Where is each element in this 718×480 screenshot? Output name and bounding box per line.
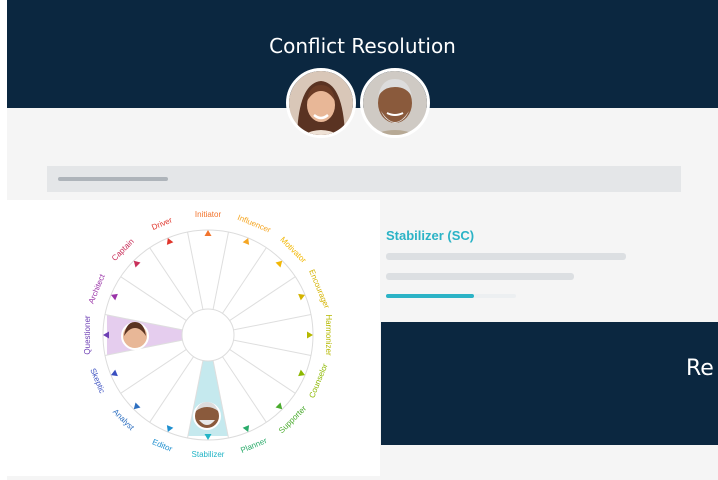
- wheel-spoke: [229, 349, 296, 394]
- style-wheel: Initiator Influencer Motivator Encourager Ha…: [83, 210, 333, 459]
- overlay-panel: Re: [381, 322, 718, 445]
- wheel-label-questioner: Questioner: [83, 315, 92, 354]
- style-score-bar: [386, 294, 516, 298]
- wheel-label-skeptic: Skeptic: [88, 367, 106, 395]
- wheel-label-harmonizer: Harmonizer: [324, 314, 333, 356]
- wheel-arrow-stabilizer: [204, 434, 212, 440]
- wheel-arrow-captain: [133, 260, 141, 268]
- wheel-label-analyst: Analyst: [111, 407, 136, 432]
- wheel-spoke: [229, 276, 296, 321]
- wheel-avatar-woman: [121, 322, 149, 350]
- wheel-arrow-questioner: [103, 331, 109, 339]
- top-progress-fill: [58, 177, 168, 181]
- wheel-spoke: [120, 349, 187, 394]
- wheel-arrow-motivator: [275, 260, 283, 268]
- wheel-label-encourager: Encourager: [307, 268, 331, 310]
- style-title: Stabilizer (SC): [386, 228, 475, 243]
- text-placeholder-line: [386, 273, 574, 280]
- wheel-spoke: [233, 314, 312, 331]
- wheel-spoke: [149, 247, 194, 314]
- wheel-label-influencer: Influencer: [236, 213, 272, 235]
- wheel-arrow-supporter: [275, 402, 283, 410]
- wheel-spoke: [233, 339, 312, 356]
- wheel-label-planner: Planner: [239, 436, 268, 455]
- wheel-center: [181, 308, 235, 362]
- wheel-label-motivator: Motivator: [278, 235, 308, 265]
- wheel-label-architect: Architect: [87, 272, 108, 305]
- overlay-panel-text: Re: [686, 356, 714, 381]
- wheel-spoke: [212, 231, 229, 310]
- avatar-man: [360, 68, 430, 138]
- wheel-label-initiator: Initiator: [195, 210, 222, 219]
- wheel-label-editor: Editor: [151, 437, 174, 453]
- text-placeholder-line: [386, 253, 626, 260]
- wheel-arrow-harmonizer: [307, 331, 313, 339]
- avatar-woman: [286, 68, 356, 138]
- wheel-arrow-initiator: [204, 230, 212, 236]
- wheel-spoke: [222, 356, 267, 423]
- wheel-label-captain: Captain: [110, 237, 136, 263]
- wheel-spoke: [222, 247, 267, 314]
- wheel-avatar-man: [193, 402, 221, 430]
- wheel-spoke: [149, 356, 194, 423]
- wheel-label-counselor: Counselor: [307, 362, 329, 399]
- top-progress-bar: [47, 166, 681, 192]
- wheel-label-driver: Driver: [150, 215, 173, 232]
- wheel-spoke: [120, 276, 187, 321]
- style-score-fill: [386, 294, 475, 298]
- wheel-arrow-analyst: [133, 402, 141, 410]
- wheel-label-stabilizer: Stabilizer: [192, 450, 225, 459]
- wheel-spoke: [187, 231, 204, 310]
- page-title: Conflict Resolution: [269, 34, 456, 58]
